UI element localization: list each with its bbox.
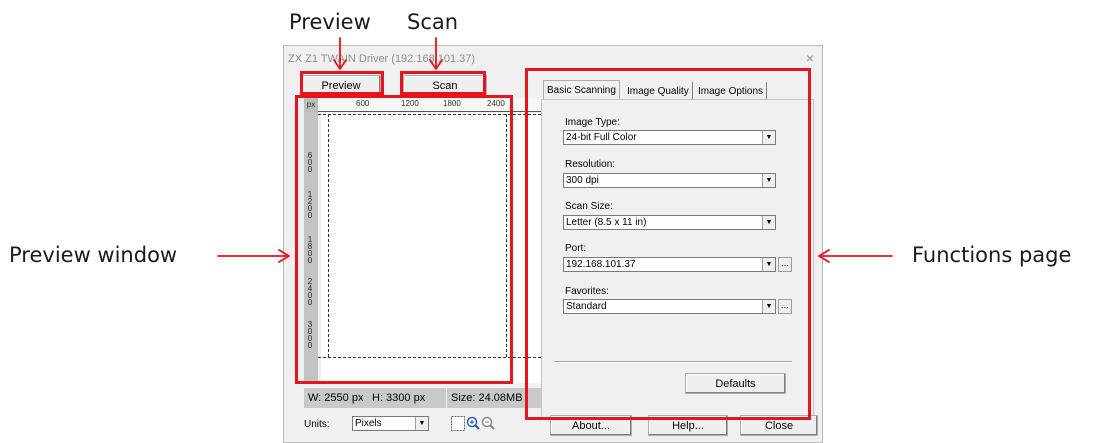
functions-page-annotation: Functions page — [912, 243, 1072, 267]
preview-annotation: Preview — [289, 10, 371, 34]
favorites-value: Standard — [566, 301, 607, 312]
scan-width: W: 2550 px — [308, 392, 364, 404]
panel-divider — [554, 361, 792, 363]
scan-size-label: Scan Size: — [565, 201, 613, 212]
port-value: 192.168.101.37 — [566, 259, 636, 270]
ruler-tick: 1200 — [401, 99, 419, 108]
scan-annotation: Scan — [407, 10, 459, 34]
image-type-label: Image Type: — [565, 117, 620, 128]
resolution-label: Resolution: — [565, 159, 616, 170]
close-window-icon[interactable]: × — [806, 50, 814, 66]
resolution-value: 300 dpi — [566, 175, 599, 186]
scan-size-value: Letter (8.5 x 11 in) — [566, 217, 647, 228]
ruler-unit-label: px — [304, 98, 318, 112]
tab-image-quality[interactable]: Image Quality — [624, 82, 693, 100]
twain-driver-dialog: ZX Z1 TWAIN Driver (192.168.101.37) × Pr… — [283, 45, 823, 443]
selection-rectangle-icon[interactable] — [451, 416, 465, 431]
chevron-down-icon[interactable]: ▼ — [762, 131, 775, 144]
scan-area-left-edge — [328, 114, 329, 357]
preview-window-annotation: Preview window — [9, 243, 178, 267]
ruler-tick: 6 0 0 — [307, 151, 313, 174]
units-label: Units: — [304, 419, 330, 430]
about-button[interactable]: About... — [550, 415, 632, 436]
close-button[interactable]: Close — [740, 415, 818, 436]
port-label: Port: — [565, 243, 587, 254]
zoom-out-icon[interactable] — [481, 416, 495, 430]
scan-button[interactable]: Scan — [403, 75, 487, 97]
zoom-in-icon[interactable] — [466, 416, 480, 430]
chevron-down-icon[interactable]: ▼ — [762, 216, 775, 229]
units-select[interactable]: Pixels ▼ — [352, 416, 429, 431]
port-select[interactable]: 192.168.101.37 ▼ — [563, 257, 776, 272]
ruler-tick: 600 — [356, 99, 370, 108]
favorites-label: Favorites: — [565, 286, 609, 297]
chevron-down-icon[interactable]: ▼ — [762, 300, 775, 313]
chevron-down-icon[interactable]: ▼ — [415, 417, 428, 430]
favorites-browse-button[interactable]: ... — [778, 299, 792, 314]
port-browse-button[interactable]: ... — [778, 257, 792, 272]
ruler-tick: 1 8 0 0 — [307, 235, 313, 265]
window-title: ZX Z1 TWAIN Driver (192.168.101.37) — [288, 53, 476, 65]
ruler-tick: 1800 — [443, 99, 461, 108]
preview-button[interactable]: Preview — [301, 75, 381, 97]
ruler-tick: 2 4 0 0 — [307, 277, 313, 307]
favorites-select[interactable]: Standard ▼ — [563, 299, 776, 314]
ruler-tick: 1 2 0 0 — [307, 190, 313, 220]
chevron-down-icon[interactable]: ▼ — [762, 174, 775, 187]
units-value: Pixels — [355, 418, 382, 429]
ruler-tick: 3 0 0 0 — [307, 320, 313, 350]
defaults-button[interactable]: Defaults — [685, 373, 786, 394]
scan-area-right-edge — [506, 114, 507, 357]
tab-basic-scanning[interactable]: Basic Scanning — [543, 80, 620, 100]
preview-window-arrow — [217, 249, 290, 263]
scan-height: H: 3300 px — [372, 392, 426, 404]
chevron-down-icon[interactable]: ▼ — [762, 258, 775, 271]
resolution-select[interactable]: 300 dpi ▼ — [563, 173, 776, 188]
zoom-tools — [451, 416, 495, 431]
help-button[interactable]: Help... — [648, 415, 728, 436]
scan-size-select[interactable]: Letter (8.5 x 11 in) ▼ — [563, 215, 776, 230]
image-type-select[interactable]: 24-bit Full Color ▼ — [563, 130, 776, 145]
ruler-tick: 2400 — [487, 99, 505, 108]
scan-file-size: Size: 24.08MB — [451, 392, 523, 404]
tab-image-options[interactable]: Image Options — [695, 82, 768, 100]
functions-page-arrow — [818, 249, 893, 263]
image-type-value: 24-bit Full Color — [566, 132, 637, 143]
